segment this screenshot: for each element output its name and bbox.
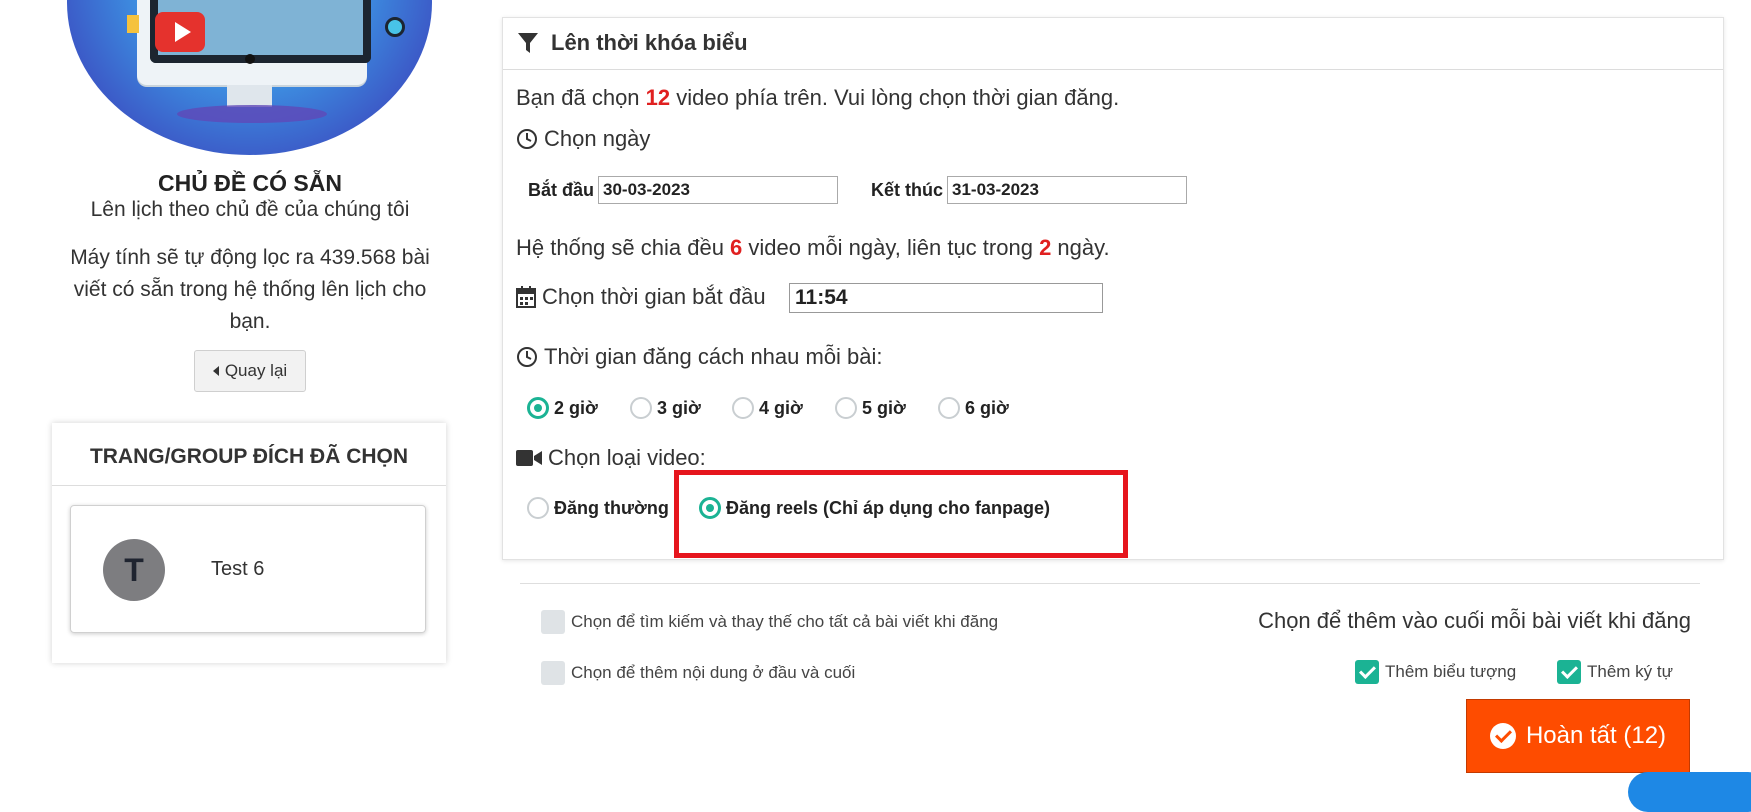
radio[interactable] bbox=[527, 497, 549, 519]
interval-option-label: 4 giờ bbox=[759, 397, 803, 418]
interval-option-3h[interactable]: 3 giờ bbox=[630, 397, 701, 419]
checkbox-checked[interactable] bbox=[1355, 660, 1379, 684]
selected-summary: Bạn đã chọn 12 video phía trên. Vui lòng… bbox=[516, 85, 1119, 111]
start-date-label: Bắt đầu bbox=[528, 179, 595, 200]
interval-label: Thời gian đăng cách nhau mỗi bài: bbox=[516, 344, 883, 370]
end-date-row: Kết thúc 31-03-2023 bbox=[871, 176, 1187, 204]
interval-text: Thời gian đăng cách nhau mỗi bài: bbox=[544, 344, 883, 369]
caret-left-icon bbox=[212, 366, 219, 376]
topic-subtitle: Lên lịch theo chủ đề của chúng tôi bbox=[90, 198, 410, 221]
video-camera-icon bbox=[516, 450, 542, 466]
selected-count: 12 bbox=[645, 85, 671, 110]
finish-button[interactable]: Hoàn tất (12) bbox=[1466, 699, 1690, 773]
end-date-label: Kết thúc bbox=[871, 179, 943, 200]
interval-option-label: 3 giờ bbox=[657, 397, 701, 418]
add-icon-option[interactable]: Thêm biểu tượng bbox=[1355, 660, 1516, 684]
finish-button-label: Hoàn tất (12) bbox=[1525, 722, 1667, 749]
clock-icon bbox=[517, 129, 537, 149]
target-page-item[interactable]: T Test 6 bbox=[70, 505, 426, 633]
back-button[interactable]: Quay lại bbox=[194, 350, 306, 392]
start-date-input[interactable]: 30-03-2023 bbox=[598, 176, 839, 204]
end-date-input[interactable]: 31-03-2023 bbox=[947, 176, 1187, 204]
split-prefix: Hệ thống sẽ chia đều bbox=[516, 235, 731, 260]
schedule-panel-header: Lên thời khóa biểu bbox=[503, 18, 1723, 70]
video-type-normal[interactable]: Đăng thường bbox=[527, 497, 669, 519]
split-summary: Hệ thống sẽ chia đều 6 video mỗi ngày, l… bbox=[516, 235, 1110, 261]
topic-description: Máy tính sẽ tự động lọc ra 439.568 bài v… bbox=[70, 246, 430, 333]
checkbox[interactable] bbox=[541, 661, 565, 685]
chat-widget-edge[interactable] bbox=[1628, 772, 1751, 812]
filter-icon bbox=[518, 33, 538, 53]
back-button-label: Quay lại bbox=[224, 361, 288, 380]
radio[interactable] bbox=[835, 397, 857, 419]
radio[interactable] bbox=[938, 397, 960, 419]
days-count: 2 bbox=[1039, 235, 1052, 260]
search-replace-label: Chọn để tìm kiếm và thay thế cho tất cả … bbox=[571, 612, 999, 631]
search-replace-option[interactable]: Chọn để tìm kiếm và thay thế cho tất cả … bbox=[541, 610, 998, 634]
interval-option-label: 6 giờ bbox=[965, 397, 1009, 418]
highlight-frame bbox=[674, 470, 1128, 558]
divider bbox=[520, 583, 1700, 584]
radio[interactable] bbox=[630, 397, 652, 419]
selected-summary-prefix: Bạn đã chọn bbox=[516, 85, 646, 110]
video-type-text: Chọn loại video: bbox=[548, 445, 706, 470]
schedule-title: Lên thời khóa biểu bbox=[551, 30, 748, 55]
topic-illustration bbox=[67, 0, 432, 155]
interval-option-2h[interactable]: 2 giờ bbox=[527, 397, 598, 419]
start-date-row: Bắt đầu 30-03-2023 bbox=[528, 176, 839, 204]
add-char-label: Thêm ký tự bbox=[1587, 662, 1674, 681]
interval-option-5h[interactable]: 5 giờ bbox=[835, 397, 906, 419]
video-type-label: Chọn loại video: bbox=[516, 445, 706, 471]
clock-icon bbox=[517, 347, 537, 367]
split-suffix: ngày. bbox=[1051, 235, 1110, 260]
checkbox-checked[interactable] bbox=[1557, 660, 1581, 684]
target-page-name: Test 6 bbox=[211, 558, 265, 580]
start-time-text: Chọn thời gian bắt đầu bbox=[542, 284, 766, 309]
choose-date-text: Chọn ngày bbox=[544, 126, 651, 151]
interval-option-4h[interactable]: 4 giờ bbox=[732, 397, 803, 419]
interval-option-label: 5 giờ bbox=[862, 397, 906, 418]
left-column: CHỦ ĐỀ CÓ SẴN Lên lịch theo chủ đề của c… bbox=[0, 0, 500, 784]
interval-option-label: 2 giờ bbox=[554, 397, 598, 418]
divider bbox=[52, 485, 446, 486]
calendar-icon bbox=[516, 286, 536, 308]
topic-title: CHỦ ĐỀ CÓ SẴN bbox=[157, 170, 342, 196]
videos-per-day: 6 bbox=[730, 235, 743, 260]
append-options-title: Chọn để thêm vào cuối mỗi bài viết khi đ… bbox=[1258, 608, 1691, 633]
radio-selected[interactable] bbox=[527, 397, 549, 419]
avatar: T bbox=[103, 539, 165, 601]
checkbox[interactable] bbox=[541, 610, 565, 634]
selected-target-card: TRANG/GROUP ĐÍCH ĐÃ CHỌN T Test 6 bbox=[52, 423, 446, 663]
head-tail-option[interactable]: Chọn để thêm nội dung ở đầu và cuối bbox=[541, 661, 855, 685]
check-circle-icon bbox=[1489, 723, 1516, 749]
interval-option-6h[interactable]: 6 giờ bbox=[938, 397, 1009, 419]
selected-summary-suffix: video phía trên. Vui lòng chọn thời gian… bbox=[670, 85, 1120, 110]
add-icon-label: Thêm biểu tượng bbox=[1385, 662, 1517, 681]
selected-target-title: TRANG/GROUP ĐÍCH ĐÃ CHỌN bbox=[89, 445, 409, 468]
add-char-option[interactable]: Thêm ký tự bbox=[1557, 660, 1673, 684]
start-time-input[interactable]: 11:54 bbox=[789, 283, 1103, 313]
choose-date-label: Chọn ngày bbox=[516, 126, 650, 152]
split-middle: video mỗi ngày, liên tục trong bbox=[742, 235, 1040, 260]
start-time-label: Chọn thời gian bắt đầu bbox=[516, 284, 766, 310]
head-tail-label: Chọn để thêm nội dung ở đầu và cuối bbox=[571, 663, 856, 682]
radio[interactable] bbox=[732, 397, 754, 419]
video-type-option-label: Đăng thường bbox=[554, 497, 669, 518]
